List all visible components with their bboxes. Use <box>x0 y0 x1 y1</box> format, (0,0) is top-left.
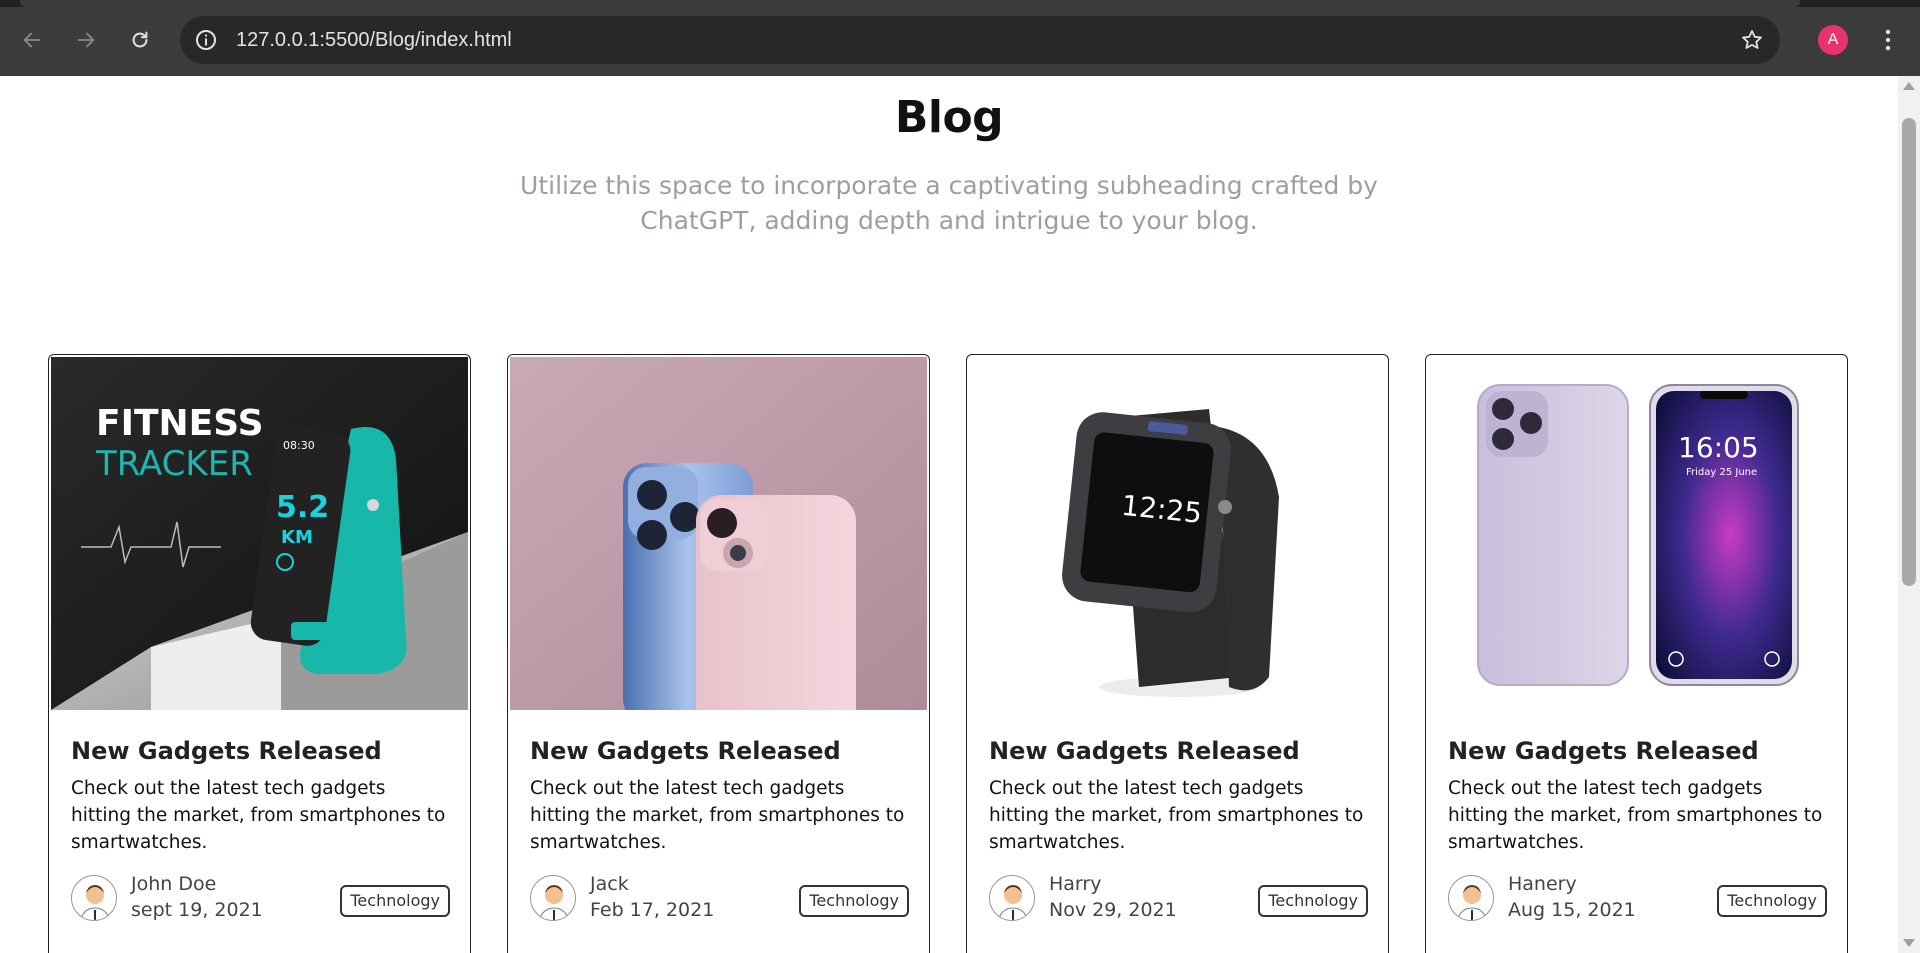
blog-card[interactable]: New Gadgets Released Check out the lates… <box>507 354 930 953</box>
info-icon[interactable] <box>194 28 218 52</box>
image-text-tracker: TRACKER <box>95 444 253 484</box>
image-text-unit: KM <box>281 527 313 548</box>
blog-card[interactable]: FITNESS TRACKER 08:30 5.2 KM New Gadgets… <box>48 354 471 953</box>
category-tag[interactable]: Technology <box>340 885 450 917</box>
blog-card[interactable]: 12:25 New Gadgets Released Check out the… <box>966 354 1389 953</box>
address-bar[interactable]: 127.0.0.1:5500/Blog/index.html <box>180 16 1780 64</box>
image-text-phone-time: 16:05 <box>1678 431 1759 464</box>
url-text[interactable]: 127.0.0.1:5500/Blog/index.html <box>236 16 512 64</box>
card-description: Check out the latest tech gadgets hittin… <box>530 778 905 853</box>
category-tag[interactable]: Technology <box>1717 885 1827 917</box>
browser-toolbar: 127.0.0.1:5500/Blog/index.html A <box>0 0 1920 76</box>
reload-icon <box>132 31 148 48</box>
profile-avatar-button[interactable]: A <box>1818 25 1848 55</box>
card-title[interactable]: New Gadgets Released <box>1448 737 1759 765</box>
author-name: Hanery <box>1508 873 1577 895</box>
page-scrollbar[interactable] <box>1898 76 1920 953</box>
tab-strip <box>0 0 1920 7</box>
post-date: Feb 17, 2021 <box>590 899 715 921</box>
card-description: Check out the latest tech gadgets hittin… <box>1448 778 1823 853</box>
category-tag[interactable]: Technology <box>799 885 909 917</box>
card-description: Check out the latest tech gadgets hittin… <box>989 778 1364 853</box>
author-avatar <box>1448 875 1494 921</box>
forward-button[interactable] <box>68 22 104 58</box>
author-name: Harry <box>1049 873 1102 895</box>
page-subtitle: Utilize this space to incorporate a capt… <box>520 171 1378 235</box>
post-date: sept 19, 2021 <box>131 899 263 921</box>
author-avatar <box>71 875 117 921</box>
blog-page: Blog Utilize this space to incorporate a… <box>0 76 1898 953</box>
post-date: Aug 15, 2021 <box>1508 899 1636 921</box>
author-name: Jack <box>590 873 629 895</box>
card-title[interactable]: New Gadgets Released <box>71 737 382 765</box>
author-avatar <box>989 875 1035 921</box>
card-title[interactable]: New Gadgets Released <box>989 737 1300 765</box>
smartwatch-image: 12:25 <box>969 357 1386 710</box>
browser-menu-button[interactable] <box>1876 22 1900 58</box>
phone-front-back-image: 16:05 Friday 25 June <box>1428 357 1845 710</box>
smartphones-image <box>510 357 927 710</box>
scroll-up-icon[interactable] <box>1903 82 1915 90</box>
image-text-time: 08:30 <box>283 439 315 452</box>
kebab-menu-icon <box>1885 29 1891 51</box>
reload-button[interactable] <box>122 22 158 58</box>
post-date: Nov 29, 2021 <box>1049 899 1177 921</box>
page-title: Blog <box>894 92 1004 143</box>
back-arrow-icon <box>23 32 41 48</box>
image-text-distance: 5.2 <box>276 490 329 525</box>
star-icon[interactable] <box>1740 28 1764 52</box>
back-button[interactable] <box>14 22 50 58</box>
author-name: John Doe <box>131 873 217 895</box>
scroll-down-icon[interactable] <box>1903 939 1915 947</box>
image-text-phone-date: Friday 25 June <box>1686 467 1757 478</box>
active-tab[interactable] <box>20 0 1800 7</box>
scrollbar-thumb[interactable] <box>1902 118 1916 586</box>
forward-arrow-icon <box>77 32 95 48</box>
blog-card[interactable]: 16:05 Friday 25 June New Gadgets Release… <box>1425 354 1848 953</box>
card-title[interactable]: New Gadgets Released <box>530 737 841 765</box>
image-text-fitness: FITNESS <box>96 403 264 444</box>
author-avatar <box>530 875 576 921</box>
category-tag[interactable]: Technology <box>1258 885 1368 917</box>
fitness-tracker-image: FITNESS TRACKER 08:30 5.2 KM <box>51 357 468 710</box>
card-description: Check out the latest tech gadgets hittin… <box>71 778 446 853</box>
